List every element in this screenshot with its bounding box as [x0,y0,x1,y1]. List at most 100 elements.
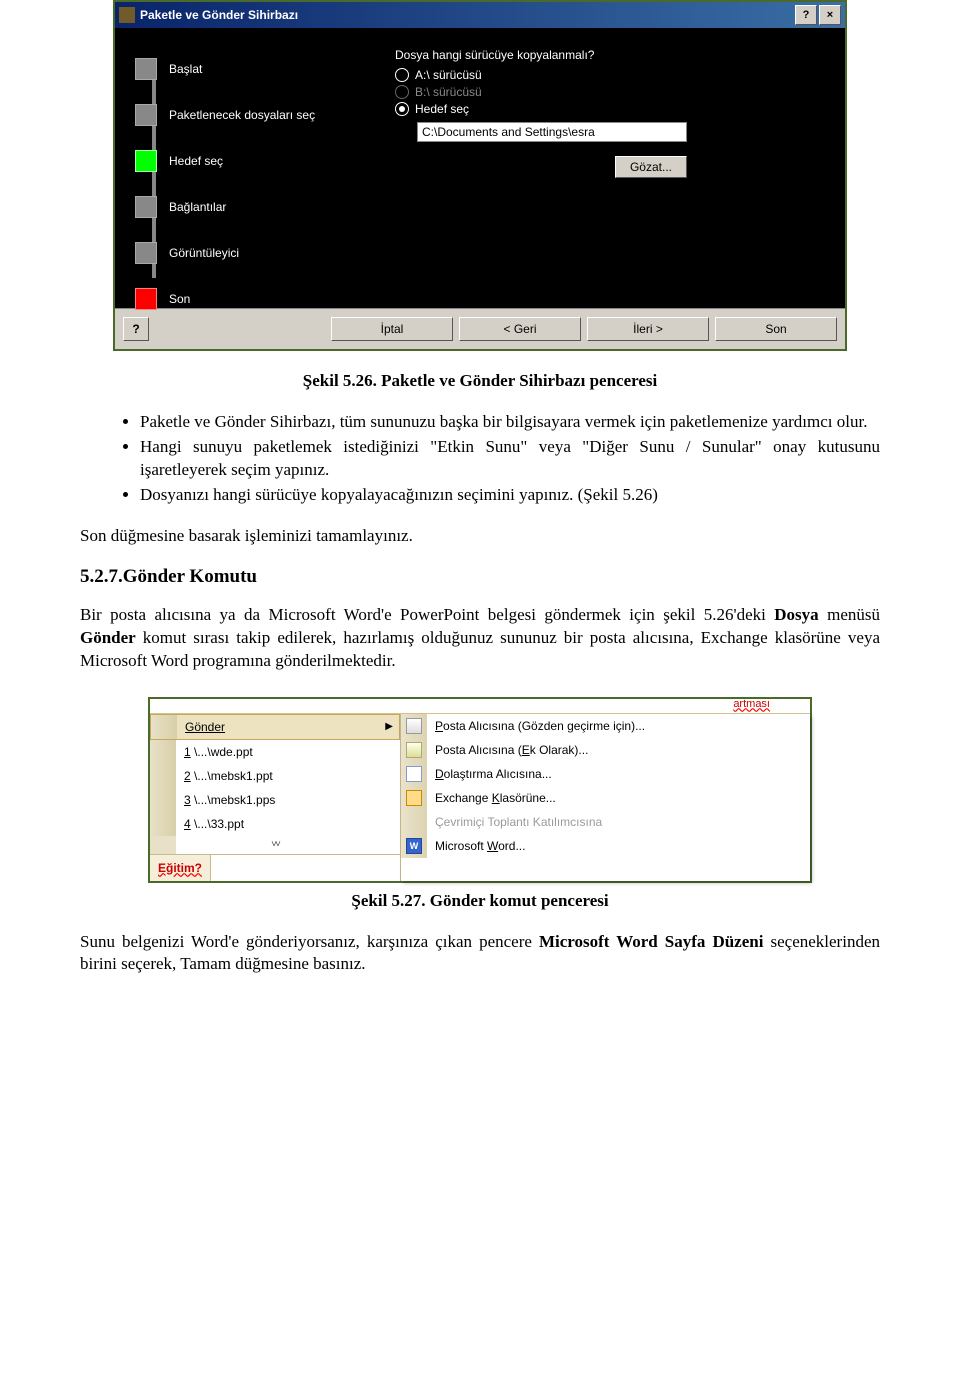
step-label: Görüntüleyici [169,246,239,260]
wizard-title: Paketle ve Gönder Sihirbazı [140,8,793,22]
step-label: Başlat [169,62,202,76]
step-box-icon [135,104,157,126]
finish-button[interactable]: Son [715,317,837,341]
radio-label: A:\ sürücüsü [415,68,482,82]
figure-caption-527: Şekil 5.27. Gönder komut penceresi [80,891,880,911]
bullet-list: Paketle ve Gönder Sihirbazı, tüm sununuz… [80,411,880,507]
submenu-item-label: Exchange Klasörüne... [435,791,556,805]
radio-label: B:\ sürücüsü [415,85,482,99]
step-links: Bağlantılar [135,196,375,218]
file-menu: Gönder ▶ 1 \...\wde.ppt 2 \...\mebsk1.pp… [150,714,401,881]
radio-drive-b: B:\ sürücüsü [395,85,825,99]
menu-screenshot: artması Gönder ▶ 1 \...\wde.ppt 2 \ [148,697,812,883]
submenu-arrow-icon: ▶ [385,721,393,732]
next-button[interactable]: İleri > [587,317,709,341]
figure-caption-526: Şekil 5.26. Paketle ve Gönder Sihirbazı … [80,371,880,391]
step-label: Paketlenecek dosyaları seç [169,108,315,122]
step-target: Hedef seç [135,150,375,172]
wizard-titlebar[interactable]: Paketle ve Gönder Sihirbazı ? × [115,2,845,28]
submenu-item-mail-attachment[interactable]: Posta Alıcısına (Ek Olarak)... [401,738,810,762]
step-box-icon [135,196,157,218]
menu-expand-chevron[interactable]: ˅˅ [150,836,400,854]
step-label: Bağlantılar [169,200,226,214]
step-end: Son [135,288,375,310]
menu-gutter-icon [151,715,177,739]
text-run: komut sırası takip edilerek, hazırlamış … [80,628,880,670]
target-path-input[interactable] [417,122,687,142]
menu-item-recent-3[interactable]: 3 \...\mebsk1.pps [150,788,400,812]
paragraph: Bir posta alıcısına ya da Microsoft Word… [80,604,880,673]
radio-checked-icon [395,102,409,116]
meeting-icon [401,810,427,834]
text-bold: Dosya [774,605,818,624]
text-bold: Microsoft Word Sayfa Düzeni [539,932,763,951]
submenu-item-ms-word[interactable]: Microsoft Word... [401,834,810,858]
submenu-item-online-meeting: Çevrimiçi Toplantı Katılımcısına [401,810,810,834]
section-heading-527: 5.2.7.Gönder Komutu [80,566,880,588]
exchange-folder-icon [401,786,427,810]
mail-icon [401,714,427,738]
step-label: Hedef seç [169,154,223,168]
titlebar-help-button[interactable]: ? [795,5,817,25]
wizard-footer: ? İptal < Geri İleri > Son [115,308,845,349]
menu-item-label: 4 \...\33.ppt [184,817,244,831]
menu-gutter-icon [150,740,176,764]
menu-bottom-strip: Eğitim? [150,854,400,881]
text-run: Sunu belgenizi Word'e gönderiyorsanız, k… [80,932,539,951]
step-box-icon [135,242,157,264]
submenu-item-label: Dolaştırma Alıcısına... [435,767,552,781]
step-box-icon [135,58,157,80]
menu-item-recent-4[interactable]: 4 \...\33.ppt [150,812,400,836]
doc-fragment-text: Eğitim? [150,861,210,875]
step-box-active-icon [135,150,157,172]
menu-gutter-icon [150,788,176,812]
gonder-submenu: Posta Alıcısına (Gözden geçirme için)...… [401,714,810,881]
browse-button[interactable]: Gözat... [615,156,687,178]
radio-icon [395,85,409,99]
menu-item-recent-1[interactable]: 1 \...\wde.ppt [150,740,400,764]
wizard-content-panel: Dosya hangi sürücüye kopyalanmalı? A:\ s… [385,28,845,308]
submenu-item-mail-review[interactable]: Posta Alıcısına (Gözden geçirme için)... [401,714,810,738]
menu-top-strip: artması [150,699,810,714]
mail-attachment-icon [401,738,427,762]
titlebar-close-button[interactable]: × [819,5,841,25]
menu-item-recent-2[interactable]: 2 \...\mebsk1.ppt [150,764,400,788]
radio-icon [395,68,409,82]
bullet-item: Dosyanızı hangi sürücüye kopyalayacağını… [140,484,880,507]
radio-choose-target[interactable]: Hedef seç [395,102,825,116]
routing-icon [401,762,427,786]
paragraph: Sunu belgenizi Word'e gönderiyorsanız, k… [80,931,880,977]
menu-gutter-icon [150,812,176,836]
text-run: Bir posta alıcısına ya da Microsoft Word… [80,605,774,624]
wizard-question: Dosya hangi sürücüye kopyalanmalı? [395,48,825,62]
menu-item-label: 1 \...\wde.ppt [184,745,253,759]
wizard-steps-panel: Başlat Paketlenecek dosyaları seç Hedef … [115,28,385,308]
menu-item-label: 3 \...\mebsk1.pps [184,793,275,807]
text-bold: Gönder [80,628,136,647]
menu-item-gonder[interactable]: Gönder ▶ [150,714,400,740]
step-start: Başlat [135,58,375,80]
wizard-app-icon [119,7,135,23]
submenu-item-label: Microsoft Word... [435,839,525,853]
step-viewer: Görüntüleyici [135,242,375,264]
submenu-item-routing[interactable]: Dolaştırma Alıcısına... [401,762,810,786]
submenu-item-label: Çevrimiçi Toplantı Katılımcısına [435,815,602,829]
submenu-item-label: Posta Alıcısına (Gözden geçirme için)... [435,719,645,733]
footer-help-button[interactable]: ? [123,317,149,341]
paragraph: Son düğmesine basarak işleminizi tamamla… [80,525,880,548]
submenu-item-label: Posta Alıcısına (Ek Olarak)... [435,743,588,757]
word-icon [401,834,427,858]
cancel-button[interactable]: İptal [331,317,453,341]
wizard-window: Paketle ve Gönder Sihirbazı ? × Başlat P… [113,0,847,351]
step-box-end-icon [135,288,157,310]
submenu-item-exchange[interactable]: Exchange Klasörüne... [401,786,810,810]
doc-fragment-text: artması [733,698,770,710]
step-select-files: Paketlenecek dosyaları seç [135,104,375,126]
back-button[interactable]: < Geri [459,317,581,341]
chevron-down-icon: ˅˅ [271,839,279,850]
menu-item-label: Gönder [185,720,225,734]
radio-drive-a[interactable]: A:\ sürücüsü [395,68,825,82]
radio-label: Hedef seç [415,102,469,116]
text-run: menüsü [819,605,880,624]
menu-gutter-icon [150,764,176,788]
